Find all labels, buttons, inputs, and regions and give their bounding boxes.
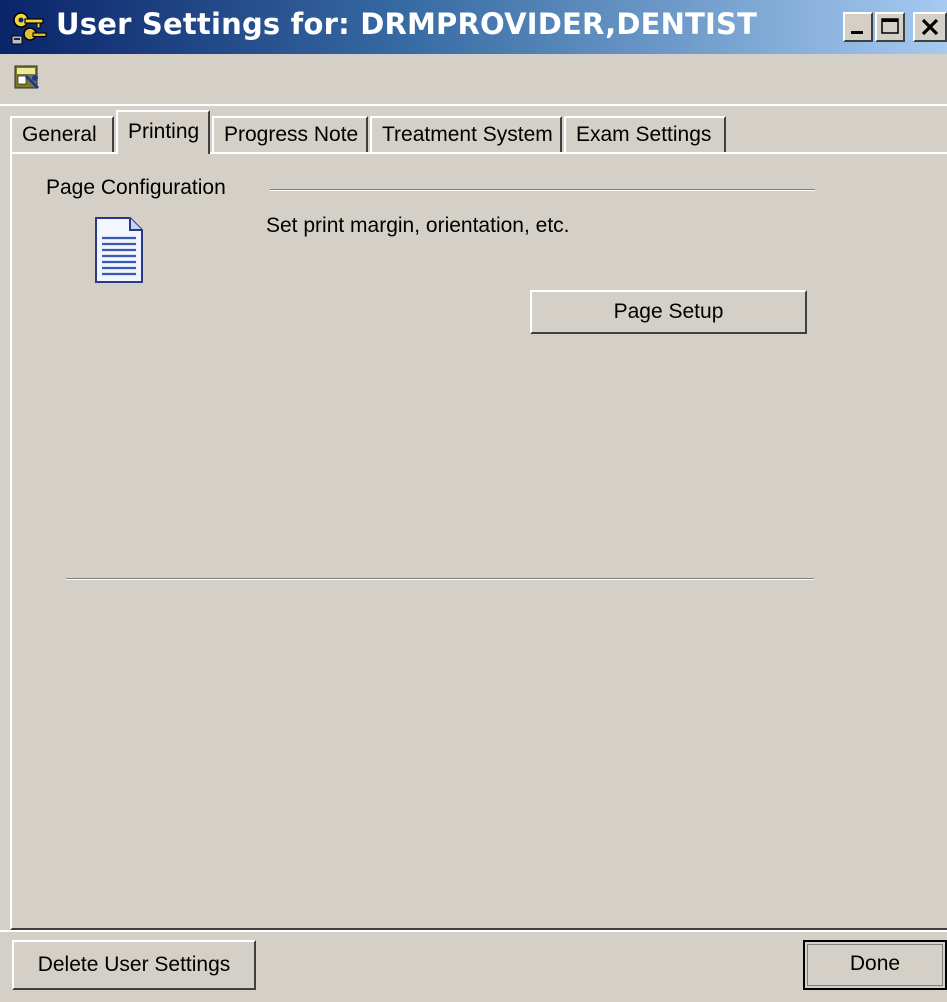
toolbar-separator bbox=[0, 104, 947, 106]
maximize-button[interactable] bbox=[875, 12, 905, 42]
section-divider bbox=[270, 189, 815, 191]
tab-strip: General Printing Progress Note Treatment… bbox=[10, 110, 947, 154]
page-configuration-label: Page Configuration bbox=[46, 176, 226, 199]
keys-icon[interactable] bbox=[10, 10, 48, 46]
delete-user-settings-button[interactable]: Delete User Settings bbox=[12, 940, 256, 990]
footer-separator bbox=[0, 930, 947, 932]
tab-progress-note[interactable]: Progress Note bbox=[212, 116, 368, 152]
user-settings-icon[interactable] bbox=[14, 64, 40, 92]
page-setup-button[interactable]: Page Setup bbox=[530, 290, 807, 334]
tab-treatment-system[interactable]: Treatment System bbox=[370, 116, 562, 152]
tab-printing[interactable]: Printing bbox=[116, 110, 210, 154]
window-title: User Settings for: DRMPROVIDER,DENTIST bbox=[56, 7, 758, 41]
tab-general[interactable]: General bbox=[10, 116, 114, 152]
done-button[interactable]: Done bbox=[803, 940, 947, 990]
close-button[interactable] bbox=[913, 12, 947, 42]
title-bar[interactable]: User Settings for: DRMPROVIDER,DENTIST bbox=[0, 0, 947, 54]
minimize-button[interactable] bbox=[843, 12, 873, 42]
page-configuration-description: Set print margin, orientation, etc. bbox=[266, 214, 570, 237]
tab-exam-settings[interactable]: Exam Settings bbox=[564, 116, 726, 152]
tab-panel-printing bbox=[10, 152, 947, 930]
content-divider bbox=[66, 578, 814, 580]
toolbar bbox=[0, 54, 947, 105]
document-icon bbox=[90, 216, 148, 284]
